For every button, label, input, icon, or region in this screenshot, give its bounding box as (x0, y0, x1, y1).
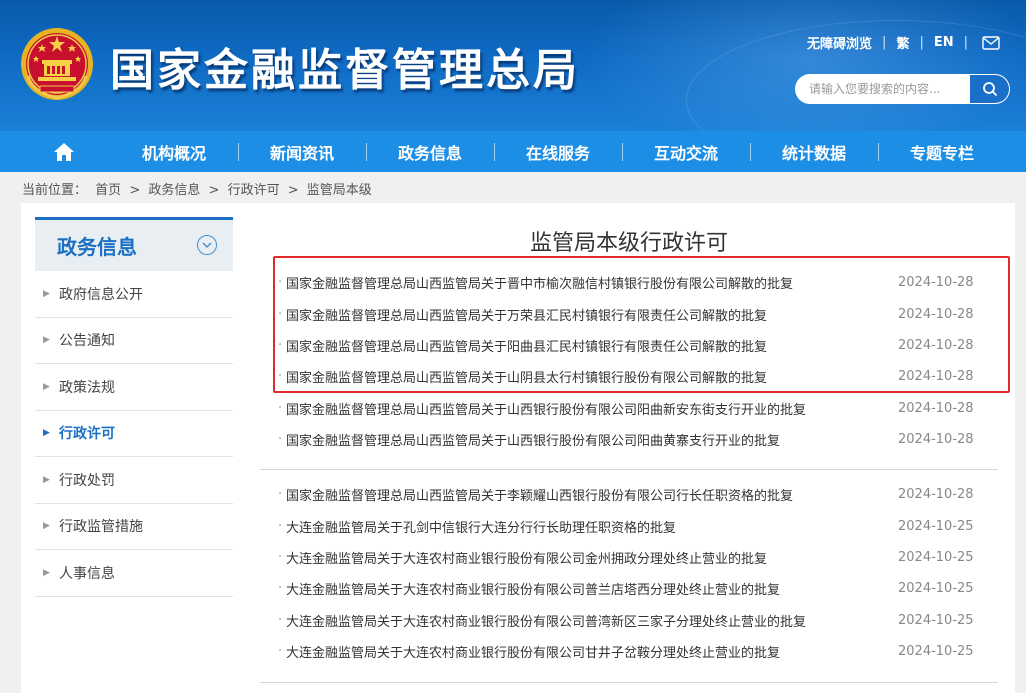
list-item-title[interactable]: 大连金融监管局关于大连农村商业银行股份有限公司甘井子岔鞍分理处终止营业的批复 (278, 642, 898, 661)
caret-right-icon: ▶ (43, 474, 50, 485)
list-item-date: 2024-10-28 (898, 487, 974, 503)
sidebar: 政务信息 ▶ 政府信息公开 ▶ 公告通知 ▶ 政策法规 ▶ 行政许可 ▶ 行政处… (35, 217, 233, 597)
sidebar-item-label: 政府信息公开 (59, 286, 143, 303)
sidebar-item-announcements[interactable]: ▶ 公告通知 (35, 318, 233, 364)
list-item-title[interactable]: 国家金融监督管理总局山西监管局关于山西银行股份有限公司阳曲新安东街支行开业的批复 (278, 399, 898, 418)
bullet-icon (260, 487, 278, 502)
list-item[interactable]: 国家金融监督管理总局山西监管局关于山西银行股份有限公司阳曲黄寨支行开业的批复20… (260, 424, 998, 455)
list-item-date: 2024-10-25 (898, 549, 974, 565)
bullet-icon (260, 581, 278, 596)
breadcrumb-current[interactable]: 监管局本级 (307, 183, 372, 198)
main-nav: 机构概况 新闻资讯 政务信息 在线服务 互动交流 统计数据 专题专栏 (0, 131, 1026, 172)
bullet-icon (260, 432, 278, 447)
list-item-title[interactable]: 大连金融监管局关于大连农村商业银行股份有限公司金州拥政分理处终止营业的批复 (278, 548, 898, 567)
sidebar-toggle-button[interactable] (197, 235, 217, 255)
top-link-separator: | (919, 35, 924, 50)
caret-right-icon: ▶ (43, 428, 50, 439)
sidebar-item-label: 行政许可 (59, 426, 115, 443)
breadcrumb-home[interactable]: 首页 (95, 183, 121, 198)
list-item-title[interactable]: 大连金融监管局关于大连农村商业银行股份有限公司普兰店塔西分理处终止营业的批复 (278, 579, 898, 598)
nav-item-special-topics[interactable]: 专题专栏 (878, 131, 1006, 172)
breadcrumb-admin-license[interactable]: 行政许可 (228, 183, 280, 198)
search-input[interactable] (795, 74, 971, 104)
list-item-title[interactable]: 国家金融监督管理总局山西监管局关于山西银行股份有限公司阳曲黄寨支行开业的批复 (278, 430, 898, 449)
list-item[interactable]: 大连金融监管局关于大连农村商业银行股份有限公司甘井子岔鞍分理处终止营业的批复20… (260, 636, 998, 667)
sidebar-item-supervision-measures[interactable]: ▶ 行政监管措施 (35, 504, 233, 550)
sidebar-title: 政务信息 (57, 235, 137, 259)
sidebar-header: 政务信息 (35, 217, 233, 271)
site-title: 国家金融监督管理总局 (110, 45, 580, 96)
list-divider (260, 469, 998, 470)
home-icon (54, 142, 74, 161)
caret-right-icon: ▶ (43, 567, 50, 578)
bullet-icon (260, 519, 278, 534)
sidebar-item-admin-license[interactable]: ▶ 行政许可 (35, 411, 233, 457)
site-header: 国家金融监督管理总局 无障碍浏览 | 繁 | EN | (0, 0, 1026, 131)
nav-item-news[interactable]: 新闻资讯 (238, 131, 366, 172)
caret-right-icon: ▶ (43, 335, 50, 346)
bullet-icon (260, 401, 278, 416)
nav-item-institution[interactable]: 机构概况 (128, 131, 220, 172)
list-item-date: 2024-10-28 (898, 432, 974, 448)
top-link-separator: | (963, 35, 968, 50)
sidebar-item-personnel[interactable]: ▶ 人事信息 (35, 550, 233, 597)
english-link[interactable]: EN (934, 35, 954, 50)
sidebar-item-label: 人事信息 (59, 565, 115, 582)
list-item-date: 2024-10-28 (898, 400, 974, 416)
sidebar-item-label: 公告通知 (59, 333, 115, 350)
list-item[interactable]: 大连金融监管局关于大连农村商业银行股份有限公司普兰店塔西分理处终止营业的批复20… (260, 573, 998, 604)
sidebar-item-label: 政策法规 (59, 379, 115, 396)
list-item[interactable]: 国家金融监督管理总局山西监管局关于山西银行股份有限公司阳曲新安东街支行开业的批复… (260, 393, 998, 424)
list-item-date: 2024-10-25 (898, 644, 974, 660)
nav-item-government-info[interactable]: 政务信息 (366, 131, 494, 172)
traditional-chinese-link[interactable]: 繁 (896, 33, 909, 52)
caret-right-icon: ▶ (43, 381, 50, 392)
list-item-title[interactable]: 国家金融监督管理总局山西监管局关于李颖耀山西银行股份有限公司行长任职资格的批复 (278, 485, 898, 504)
list-divider (260, 682, 998, 683)
list-item-title[interactable]: 大连金融监管局关于孔剑中信银行大连分行行长助理任职资格的批复 (278, 517, 898, 536)
search-box (795, 74, 1010, 104)
caret-right-icon: ▶ (43, 521, 50, 532)
list-item[interactable]: 大连金融监管局关于孔剑中信银行大连分行行长助理任职资格的批复2024-10-25 (260, 510, 998, 541)
list-item-date: 2024-10-25 (898, 518, 974, 534)
national-emblem-icon[interactable] (20, 26, 94, 104)
list-item-date: 2024-10-25 (898, 612, 974, 628)
search-icon (982, 82, 997, 97)
main-container: 政务信息 ▶ 政府信息公开 ▶ 公告通知 ▶ 政策法规 ▶ 行政许可 ▶ 行政处… (21, 203, 1015, 693)
caret-right-icon: ▶ (43, 288, 50, 299)
bullet-icon (260, 644, 278, 659)
nav-item-online-service[interactable]: 在线服务 (494, 131, 622, 172)
sidebar-item-admin-penalty[interactable]: ▶ 行政处罚 (35, 457, 233, 504)
nav-item-statistics[interactable]: 统计数据 (750, 131, 878, 172)
top-links: 无障碍浏览 | 繁 | EN | (807, 33, 1000, 52)
search-button[interactable] (970, 74, 1010, 104)
sidebar-item-label: 行政监管措施 (59, 519, 143, 536)
chevron-down-icon (202, 241, 212, 248)
breadcrumb-separator: > (208, 183, 220, 198)
list-item-date: 2024-10-25 (898, 581, 974, 597)
breadcrumb: 当前位置： 首页 > 政务信息 > 行政许可 > 监管局本级 (22, 179, 376, 198)
sidebar-item-label: 行政处罚 (59, 472, 115, 489)
nav-home[interactable] (0, 131, 128, 172)
document-list-group-2: 国家金融监督管理总局山西监管局关于李颖耀山西银行股份有限公司行长任职资格的批复2… (260, 479, 998, 667)
sidebar-item-info-disclosure[interactable]: ▶ 政府信息公开 (35, 271, 233, 318)
mail-icon[interactable] (982, 35, 1000, 50)
breadcrumb-separator: > (129, 183, 141, 198)
list-item[interactable]: 大连金融监管局关于大连农村商业银行股份有限公司金州拥政分理处终止营业的批复202… (260, 542, 998, 573)
bullet-icon (260, 550, 278, 565)
breadcrumb-separator: > (287, 183, 299, 198)
page-title: 监管局本级行政许可 (529, 231, 728, 256)
highlight-box (273, 256, 1010, 393)
list-item[interactable]: 国家金融监督管理总局山西监管局关于李颖耀山西银行股份有限公司行长任职资格的批复2… (260, 479, 998, 510)
top-link-separator: | (882, 35, 887, 50)
breadcrumb-government-info[interactable]: 政务信息 (148, 183, 200, 198)
list-item-title[interactable]: 大连金融监管局关于大连农村商业银行股份有限公司普湾新区三家子分理处终止营业的批复 (278, 611, 898, 630)
accessibility-link[interactable]: 无障碍浏览 (807, 33, 872, 52)
sidebar-item-regulations[interactable]: ▶ 政策法规 (35, 364, 233, 411)
bullet-icon (260, 613, 278, 628)
nav-item-interaction[interactable]: 互动交流 (622, 131, 750, 172)
breadcrumb-prefix: 当前位置： (22, 183, 88, 198)
list-item[interactable]: 大连金融监管局关于大连农村商业银行股份有限公司普湾新区三家子分理处终止营业的批复… (260, 605, 998, 636)
